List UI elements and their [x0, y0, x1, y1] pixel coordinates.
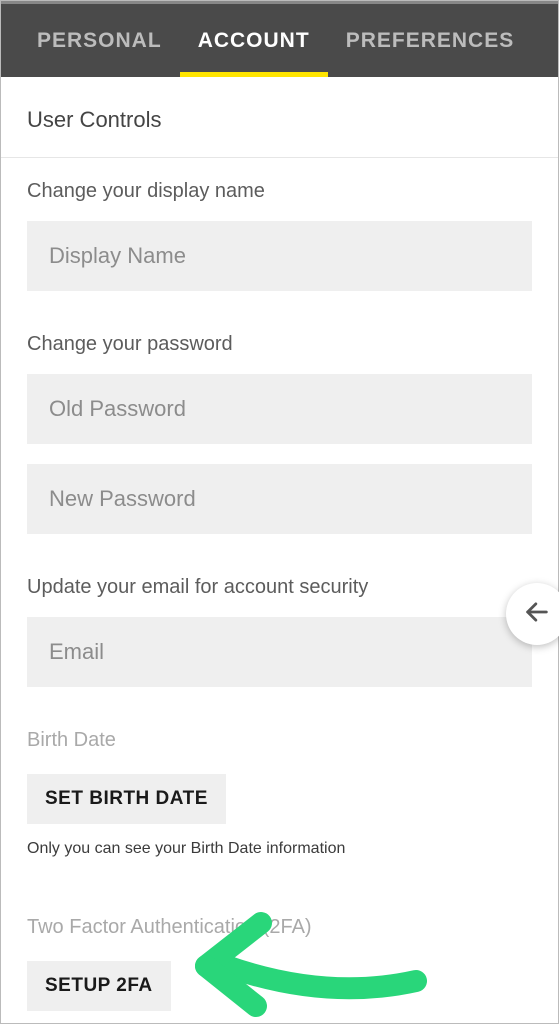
tab-account[interactable]: ACCOUNT	[180, 4, 328, 77]
setup-2fa-button[interactable]: SETUP 2FA	[27, 961, 171, 1011]
display-name-label: Change your display name	[27, 180, 532, 203]
old-password-input[interactable]	[27, 374, 532, 444]
birth-date-label: Birth Date	[27, 729, 532, 752]
email-input[interactable]	[27, 617, 532, 687]
arrow-left-icon	[523, 598, 551, 631]
two-fa-group: Two Factor Authentication (2FA) SETUP 2F…	[1, 860, 558, 1024]
email-group: Update your email for account security	[1, 554, 558, 687]
display-name-input[interactable]	[27, 221, 532, 291]
birth-date-help: Only you can see your Birth Date informa…	[27, 838, 532, 860]
page-body: User Controls Change your display name C…	[1, 77, 558, 1024]
birth-date-group: Birth Date SET BIRTH DATE Only you can s…	[1, 707, 558, 860]
display-name-group: Change your display name	[1, 158, 558, 291]
password-label: Change your password	[27, 333, 532, 356]
tab-preferences[interactable]: PREFERENCES	[328, 4, 533, 77]
email-label: Update your email for account security	[27, 576, 532, 599]
password-group: Change your password	[1, 311, 558, 534]
two-fa-label: Two Factor Authentication (2FA)	[27, 916, 532, 939]
settings-screen: PERSONAL ACCOUNT PREFERENCES User Contro…	[0, 0, 559, 1024]
tab-bar: PERSONAL ACCOUNT PREFERENCES	[1, 1, 558, 77]
section-title: User Controls	[1, 77, 558, 157]
tab-personal[interactable]: PERSONAL	[19, 4, 180, 77]
back-button[interactable]	[506, 583, 559, 645]
set-birth-date-button[interactable]: SET BIRTH DATE	[27, 774, 226, 824]
new-password-input[interactable]	[27, 464, 532, 534]
